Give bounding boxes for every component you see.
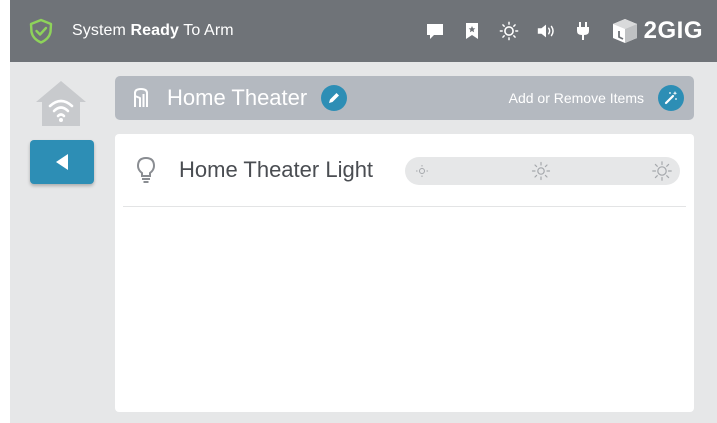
shield-check-icon: [29, 18, 53, 44]
add-remove-label: Add or Remove Items: [508, 90, 644, 106]
device-row[interactable]: Home Theater Light: [123, 134, 686, 207]
brightness-icon[interactable]: [499, 21, 519, 41]
home-button[interactable]: [34, 78, 88, 128]
pencil-icon: [329, 93, 340, 103]
back-arrow-icon: [56, 154, 68, 170]
bookmark-icon[interactable]: [462, 21, 482, 41]
system-status[interactable]: System Ready To Arm: [72, 22, 234, 40]
room-title: Home Theater: [167, 85, 308, 110]
brand-name: 2GIG: [643, 17, 703, 44]
brand-logo: 2GIG: [610, 17, 703, 45]
device-label: Home Theater Light: [179, 157, 374, 182]
room-icon: [134, 87, 148, 107]
screen: System Ready To Arm 2GIG Home Theater Ad…: [0, 0, 717, 423]
content-area: Home Theater Add or Remove Items Home Th…: [10, 62, 717, 423]
status-bold: Ready: [130, 22, 180, 39]
status-suffix: To Arm: [179, 22, 234, 39]
room-header: Home Theater Add or Remove Items: [115, 76, 694, 120]
status-bar: System Ready To Arm 2GIG: [10, 0, 717, 62]
volume-icon[interactable]: [536, 21, 556, 41]
edit-room-button[interactable]: [321, 85, 348, 111]
brightness-medium-icon: [531, 161, 550, 181]
logo-cube-icon: [612, 19, 637, 43]
brightness-low-icon: [416, 165, 428, 177]
status-icons: 2GIG: [425, 0, 717, 62]
home-wifi-icon: [36, 81, 86, 126]
add-remove-button[interactable]: [658, 85, 684, 111]
back-button[interactable]: [30, 140, 94, 184]
power-plug-icon[interactable]: [573, 21, 593, 41]
device-panel: Home Theater Light: [115, 134, 694, 412]
message-icon[interactable]: [425, 21, 445, 41]
dimmer-dim-button[interactable]: [531, 161, 551, 181]
light-bulb-icon: [136, 156, 156, 183]
status-prefix: System: [72, 22, 131, 39]
brightness-high-icon: [652, 161, 672, 181]
add-remove-items[interactable]: Add or Remove Items: [509, 85, 684, 111]
dimmer-bright-button[interactable]: [652, 161, 672, 181]
magic-wand-icon: [664, 91, 678, 105]
dimmer-control[interactable]: [405, 157, 680, 185]
dimmer-off-button[interactable]: [415, 164, 429, 178]
